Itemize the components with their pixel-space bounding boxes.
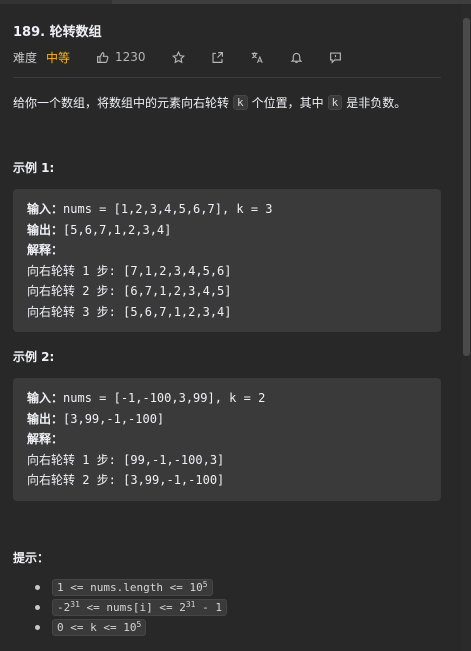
notification-button[interactable] (290, 51, 303, 64)
hint-text: - 1 (195, 600, 222, 614)
scrollbar-track[interactable] (462, 4, 471, 651)
like-count: 1230 (115, 50, 146, 64)
example-explanation-label: 解释： (27, 429, 441, 450)
output-value: [5,6,7,1,2,3,4] (63, 222, 172, 237)
example-step: 向右轮转 1 步: [7,1,2,3,4,5,6] (27, 263, 232, 278)
problem-meta: 难度 中等 1230 (13, 48, 342, 66)
hint-exponent: 31 (185, 599, 196, 609)
example-step: 向右轮转 3 步: [5,6,7,1,2,3,4] (27, 304, 232, 319)
example-step: 向右轮转 2 步: [6,7,1,2,3,4,5] (27, 284, 232, 299)
thumbs-up-icon (97, 51, 109, 63)
top-bar (0, 0, 471, 4)
example-2-box: 输入：nums = [-1,-100,3,99], k = 2 输出：[3,99… (13, 378, 441, 501)
hint-item: 1 <= nums.length <= 105 (35, 577, 227, 597)
top-bar-tab (0, 0, 112, 4)
hints-list: 1 <= nums.length <= 105 -231 <= nums[i] … (35, 577, 227, 637)
example-step: 向右轮转 1 步: [99,-1,-100,3] (27, 452, 225, 467)
example-2-title: 示例 2: (13, 350, 55, 364)
translate-icon (251, 51, 263, 63)
hint-exponent: 31 (70, 599, 80, 609)
example-1-box: 输入：nums = [1,2,3,4,5,6,7], k = 3 输出：[5,6… (13, 189, 441, 332)
hint-text: -2 (57, 600, 71, 614)
output-label: 输出： (27, 411, 64, 426)
hint-code: 1 <= nums.length <= 105 (52, 578, 213, 596)
hint-item: 0 <= k <= 105 (35, 617, 227, 637)
description-text-2: 个位置，其中 (251, 96, 324, 110)
hint-exponent: 5 (202, 579, 208, 589)
input-label: 输入： (27, 202, 64, 216)
hint-item: -231 <= nums[i] <= 231 - 1 (35, 597, 227, 617)
example-step: 向右轮转 2 步: [3,99,-1,-100] (27, 473, 225, 488)
favorite-button[interactable] (171, 50, 185, 64)
feedback-icon (329, 51, 341, 64)
hint-code: 0 <= k <= 105 (52, 618, 147, 636)
problem-description: 给你一个数组，将数组中的元素向右轮转 k 个位置，其中 k 是非负数。 (13, 94, 406, 111)
example-input: 输入：nums = [-1,-100,3,99], k = 2 (27, 388, 441, 409)
inline-code-k: k (233, 95, 248, 110)
bullet-icon (35, 604, 40, 610)
star-icon (171, 50, 185, 63)
hint-exponent: 5 (136, 619, 142, 629)
inline-code-k: k (327, 95, 343, 110)
example-input: 输入：nums = [1,2,3,4,5,6,7], k = 3 (27, 199, 441, 220)
feedback-button[interactable] (329, 51, 342, 64)
input-value: nums = [1,2,3,4,5,6,7], k = 3 (63, 202, 273, 216)
bell-icon (290, 52, 302, 63)
description-text-3: 是非负数。 (346, 96, 407, 110)
translate-button[interactable] (250, 51, 264, 64)
description-text-1: 给你一个数组，将数组中的元素向右轮转 (13, 96, 230, 110)
share-button[interactable] (211, 51, 224, 64)
example-output: 输出：[3,99,-1,-100] (27, 409, 441, 430)
example-output: 输出：[5,6,7,1,2,3,4] (27, 220, 441, 241)
explanation-label: 解释： (27, 243, 64, 258)
header-divider (13, 77, 441, 78)
hint-code: -231 <= nums[i] <= 231 - 1 (52, 598, 227, 616)
hint-text: 0 <= k <= 10 (57, 620, 137, 634)
difficulty-badge: 中等 (46, 50, 71, 65)
output-value: [3,99,-1,-100] (63, 411, 165, 426)
hints-title: 提示： (13, 551, 50, 565)
example-explanation-label: 解释： (27, 240, 441, 261)
difficulty-label: 难度 (13, 50, 38, 65)
output-label: 输出： (27, 222, 64, 237)
example-1-title: 示例 1: (13, 161, 55, 175)
share-icon (212, 51, 223, 63)
bullet-icon (35, 584, 40, 590)
bullet-icon (35, 624, 40, 630)
hint-text: <= nums[i] <= 2 (79, 600, 186, 614)
explanation-label: 解释： (27, 432, 64, 447)
input-value: nums = [-1,-100,3,99], k = 2 (63, 391, 266, 405)
like-button[interactable]: 1230 (96, 50, 146, 64)
input-label: 输入： (27, 391, 64, 405)
hint-text: 1 <= nums.length <= 10 (57, 580, 203, 594)
problem-title: 189. 轮转数组 (13, 25, 102, 40)
scrollbar-thumb[interactable] (463, 18, 470, 356)
